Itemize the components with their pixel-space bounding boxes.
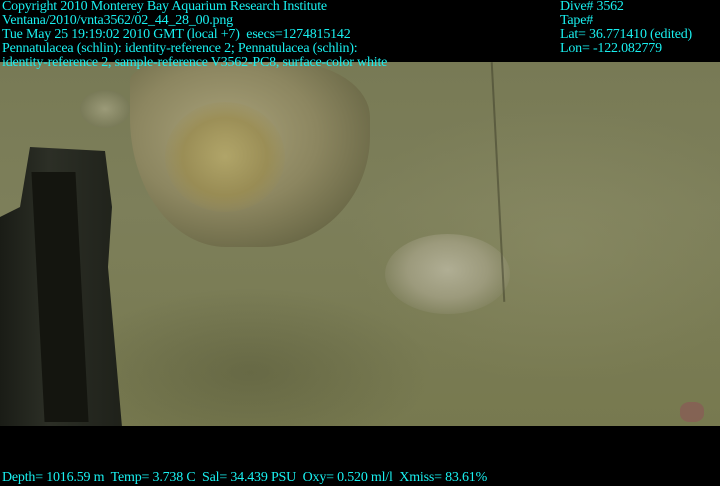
longitude: Lon= -122.082779 bbox=[560, 41, 662, 56]
annotation-line-2: identity-reference 2, sample-reference V… bbox=[2, 55, 388, 70]
latitude: Lat= 36.771410 (edited) bbox=[560, 27, 692, 42]
copyright-text: Copyright 2010 Monterey Bay Aquarium Res… bbox=[2, 0, 327, 14]
sensor-readout: Depth= 1016.59 m Temp= 3.738 C Sal= 34.4… bbox=[2, 470, 488, 485]
video-frame: Copyright 2010 Monterey Bay Aquarium Res… bbox=[0, 0, 720, 486]
tape-number: Tape# bbox=[560, 13, 594, 28]
seafloor-image bbox=[0, 62, 720, 426]
rock-encrustation bbox=[165, 102, 285, 212]
reddish-organism bbox=[680, 402, 704, 422]
pennatulacea-specimen bbox=[385, 234, 510, 314]
dive-number: Dive# 3562 bbox=[560, 0, 624, 14]
annotation-line-1: Pennatulacea (schlin): identity-referenc… bbox=[2, 41, 358, 56]
timestamp-text: Tue May 25 19:19:02 2010 GMT (local +7) … bbox=[2, 27, 351, 42]
file-path-text: Ventana/2010/vnta3562/02_44_28_00.png bbox=[2, 13, 233, 28]
small-organism bbox=[80, 90, 130, 128]
